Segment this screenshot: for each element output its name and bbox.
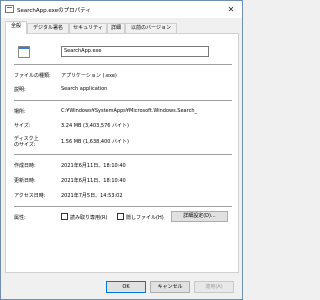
modified-label: 更新日時: (14, 178, 36, 184)
window-title: SearchApp.exeのプロパティ (17, 8, 91, 14)
divider (14, 64, 232, 65)
modified-value: 2021年6月11日、18:10:40 (61, 178, 126, 184)
location-label: 場所: (14, 109, 26, 115)
attributes-label: 属性: (14, 215, 26, 221)
general-panel: SearchApp.exe ファイルの種類: アプリケーション (.exe) 説… (5, 33, 239, 273)
properties-window: SearchApp.exeのプロパティ ✕ 全般 デジタル署名 セキュリティ 詳… (0, 0, 243, 300)
tab-digital-signature[interactable]: デジタル署名 (27, 23, 69, 33)
title-bar: SearchApp.exeのプロパティ ✕ (1, 1, 242, 18)
created-label: 作成日時: (14, 163, 36, 169)
tab-security[interactable]: セキュリティ (69, 23, 107, 33)
hidden-checkbox[interactable] (117, 213, 124, 220)
close-icon[interactable]: ✕ (220, 1, 242, 18)
readonly-checkbox[interactable] (61, 213, 68, 220)
size-label: サイズ: (14, 123, 31, 129)
divider (14, 154, 232, 155)
application-icon (5, 5, 14, 13)
description-label: 説明: (14, 87, 26, 93)
tab-general[interactable]: 全般 (5, 21, 27, 34)
type-value: アプリケーション (.exe) (61, 73, 117, 79)
file-name-input[interactable]: SearchApp.exe (61, 46, 209, 57)
type-label: ファイルの種類: (14, 73, 51, 79)
location-value: C:¥Windows¥SystemApps¥Microsoft.Windows.… (61, 108, 197, 114)
accessed-label: アクセス日時: (14, 193, 46, 199)
accessed-value: 2021年7月5日、14:53:02 (61, 193, 123, 199)
disk-size-label-line2: のサイズ: (14, 142, 36, 148)
tab-previous-versions[interactable]: 以前のバージョン (125, 23, 177, 33)
divider (14, 100, 232, 101)
advanced-button[interactable]: 詳細設定(D)... (171, 211, 228, 222)
cancel-button[interactable]: キャンセル (150, 281, 190, 293)
readonly-label[interactable]: 読み取り専用(R) (70, 214, 107, 221)
description-value: Search application (61, 86, 108, 92)
created-value: 2021年6月11日、18:10:40 (61, 163, 126, 169)
hidden-label[interactable]: 隠しファイル(H) (126, 214, 164, 221)
apply-button[interactable]: 適用(A) (194, 281, 234, 293)
file-icon (18, 46, 30, 58)
tab-strip: 全般 デジタル署名 セキュリティ 詳細 以前のバージョン (5, 21, 239, 34)
tab-details[interactable]: 詳細 (107, 23, 125, 33)
size-value: 3.24 MB (3,403,576 バイト) (61, 123, 129, 129)
disk-size-value: 1.56 MB (1,638,400 バイト) (61, 139, 129, 145)
divider (14, 206, 232, 207)
ok-button[interactable]: OK (106, 281, 146, 293)
